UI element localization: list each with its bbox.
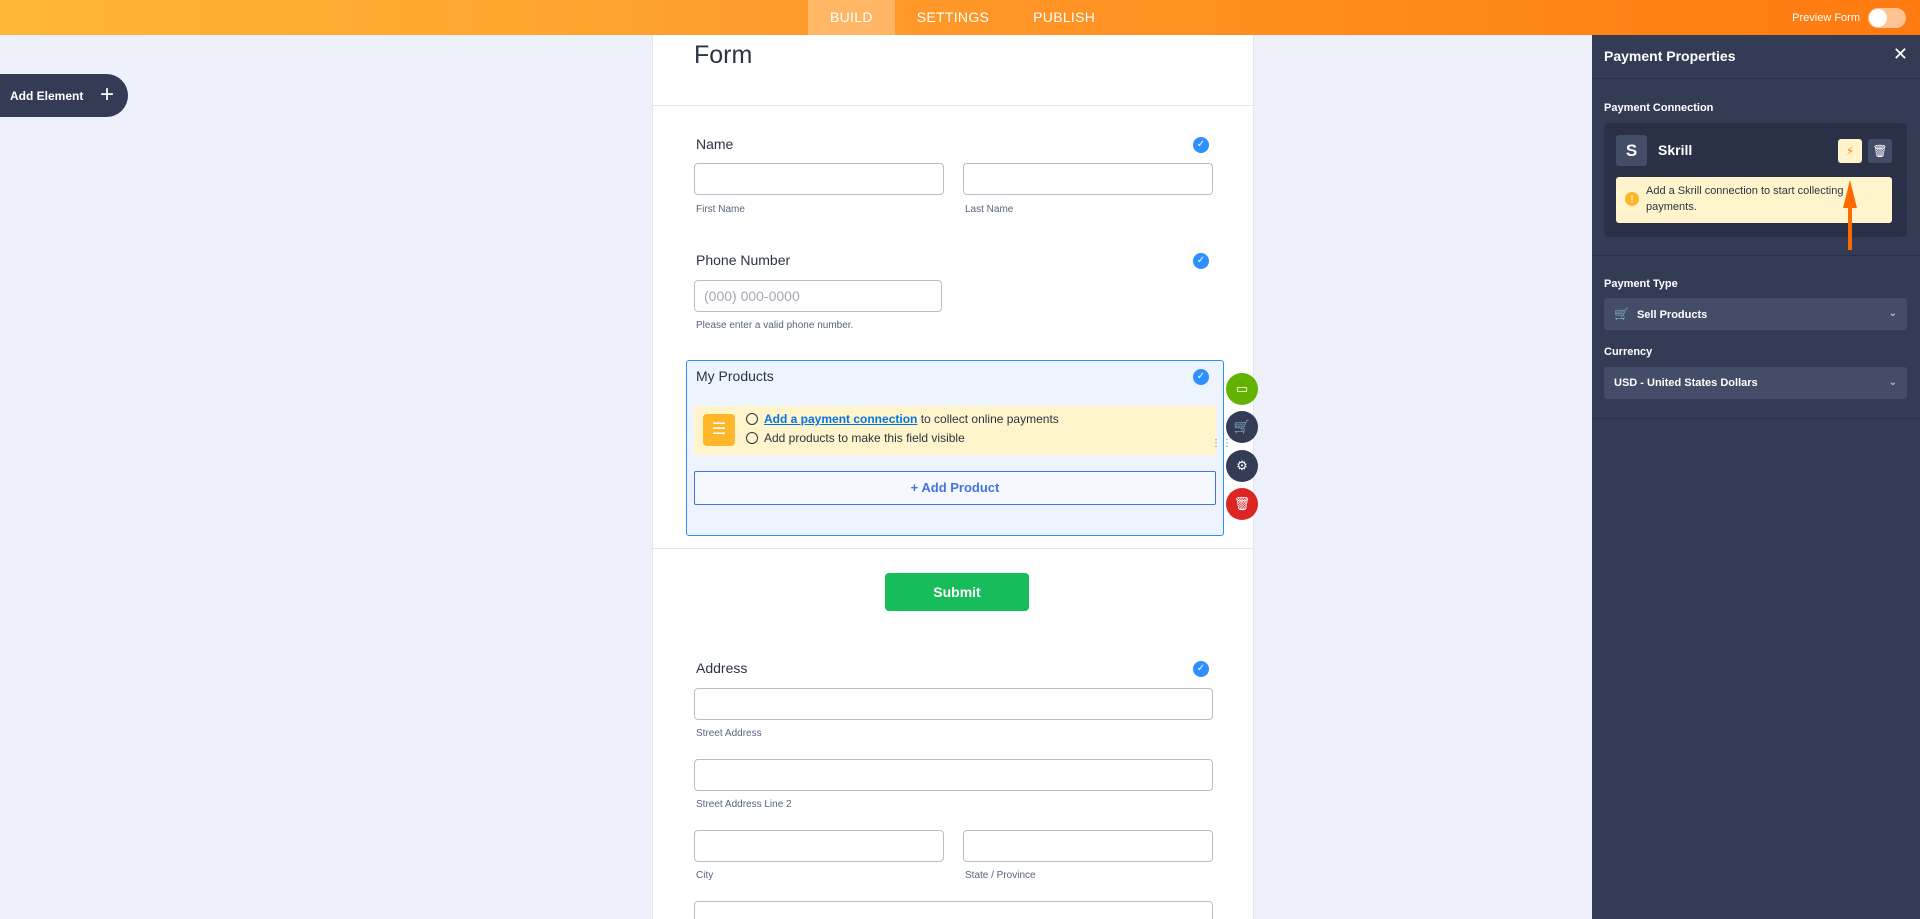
radio-icon xyxy=(746,432,758,444)
add-product-button[interactable]: + Add Product xyxy=(694,471,1216,505)
check-icon: ✓ xyxy=(1193,137,1209,153)
payment-card-icon[interactable]: ▭ xyxy=(1226,373,1258,405)
submit-button[interactable]: Submit xyxy=(885,573,1029,611)
address-label: Address xyxy=(696,660,748,676)
plug-icon[interactable]: ⚡ xyxy=(1838,139,1862,163)
form-title: Form xyxy=(694,41,753,69)
city-input[interactable] xyxy=(694,830,944,862)
check-icon: ✓ xyxy=(1193,253,1209,269)
panel-header: Payment Properties ✕ xyxy=(1592,35,1920,79)
form-canvas: Form Name ✓ First Name Last Name Phone N… xyxy=(652,35,1258,919)
tab-build[interactable]: BUILD xyxy=(808,0,895,35)
currency-value: USD - United States Dollars xyxy=(1614,377,1758,389)
first-name-input[interactable] xyxy=(694,163,944,195)
skrill-logo: S xyxy=(1616,135,1647,166)
state-sublabel: State / Province xyxy=(965,870,1036,881)
add-payment-connection-link[interactable]: Add a payment connection xyxy=(764,412,917,426)
gear-icon[interactable]: ⚙ xyxy=(1226,450,1258,482)
tab-publish[interactable]: PUBLISH xyxy=(1011,0,1117,35)
city-sublabel: City xyxy=(696,870,714,881)
street-address-2-sublabel: Street Address Line 2 xyxy=(696,799,792,810)
preview-form-label: Preview Form xyxy=(1792,11,1860,24)
products-label: My Products xyxy=(696,368,774,384)
phone-label: Phone Number xyxy=(696,252,791,268)
state-input[interactable] xyxy=(963,830,1213,862)
trash-icon[interactable]: 🗑 xyxy=(1868,139,1892,163)
notice-line-1: Add a payment connection to collect onli… xyxy=(746,412,1059,426)
payment-type-value: Sell Products xyxy=(1636,309,1708,321)
phone-input[interactable]: (000) 000-0000 xyxy=(694,280,942,312)
notice-line-2: Add products to make this field visible xyxy=(746,431,965,445)
payment-type-label: Payment Type xyxy=(1604,278,1678,290)
chevron-down-icon: ⌄ xyxy=(1888,308,1897,319)
checklist-icon: ☰ xyxy=(703,414,735,446)
street-address-2-input[interactable] xyxy=(694,759,1213,791)
products-notice: ☰ Add a payment connection to collect on… xyxy=(694,406,1216,455)
street-address-input[interactable] xyxy=(694,688,1213,720)
notice-line-1-text: to collect online payments xyxy=(920,412,1059,426)
payment-connection-card: S Skrill ⚡ 🗑 ! Add a Skrill connection t… xyxy=(1604,123,1907,237)
divider xyxy=(653,548,1255,549)
provider-name: Skrill xyxy=(1658,142,1693,158)
preview-form-toggle[interactable] xyxy=(1868,7,1906,28)
last-name-sublabel: Last Name xyxy=(965,204,1014,215)
chevron-down-icon: ⌄ xyxy=(1888,377,1897,388)
payment-type-select[interactable]: 🛒 Sell Products ⌄ xyxy=(1604,298,1907,330)
divider xyxy=(1592,418,1920,419)
divider xyxy=(1592,255,1920,256)
tab-settings[interactable]: SETTINGS xyxy=(895,0,1011,35)
close-icon[interactable]: ✕ xyxy=(1893,44,1908,65)
cart-icon[interactable]: 🛒 xyxy=(1226,411,1258,443)
currency-select[interactable]: USD - United States Dollars ⌄ xyxy=(1604,367,1907,399)
notice-line-2-text: Add products to make this field visible xyxy=(764,431,965,445)
radio-icon xyxy=(746,413,758,425)
check-icon: ✓ xyxy=(1193,661,1209,677)
panel-title: Payment Properties xyxy=(1604,48,1736,64)
check-icon: ✓ xyxy=(1193,369,1209,385)
add-element-label: Add Element xyxy=(10,88,84,103)
name-label: Name xyxy=(696,136,734,152)
last-name-input[interactable] xyxy=(963,163,1213,195)
phone-hint: Please enter a valid phone number. xyxy=(696,320,854,331)
payment-connection-label: Payment Connection xyxy=(1604,102,1714,114)
payment-properties-panel: Payment Properties ✕ Payment Connection … xyxy=(1592,35,1920,919)
drag-handle-icon[interactable]: ⋮⋮ xyxy=(1211,439,1232,455)
cart-icon: 🛒 xyxy=(1614,307,1629,321)
preview-form: Preview Form xyxy=(1792,0,1906,35)
divider xyxy=(653,105,1255,106)
annotation-arrow-icon xyxy=(1843,180,1857,250)
main-tabs: BUILD SETTINGS PUBLISH xyxy=(808,0,1117,35)
postal-code-input[interactable] xyxy=(694,901,1213,919)
plus-icon: + xyxy=(99,81,114,108)
products-field[interactable]: My Products ✓ ☰ Add a payment connection… xyxy=(686,360,1232,536)
street-address-sublabel: Street Address xyxy=(696,728,762,739)
top-bar: BUILD SETTINGS PUBLISH Preview Form xyxy=(0,0,1920,35)
add-element-button[interactable]: Add Element + xyxy=(0,74,128,117)
warning-icon: ! xyxy=(1625,192,1639,206)
first-name-sublabel: First Name xyxy=(696,204,745,215)
currency-label: Currency xyxy=(1604,346,1653,358)
connection-warning-text: Add a Skrill connection to start collect… xyxy=(1646,185,1844,213)
trash-icon[interactable]: 🗑 xyxy=(1226,488,1258,520)
